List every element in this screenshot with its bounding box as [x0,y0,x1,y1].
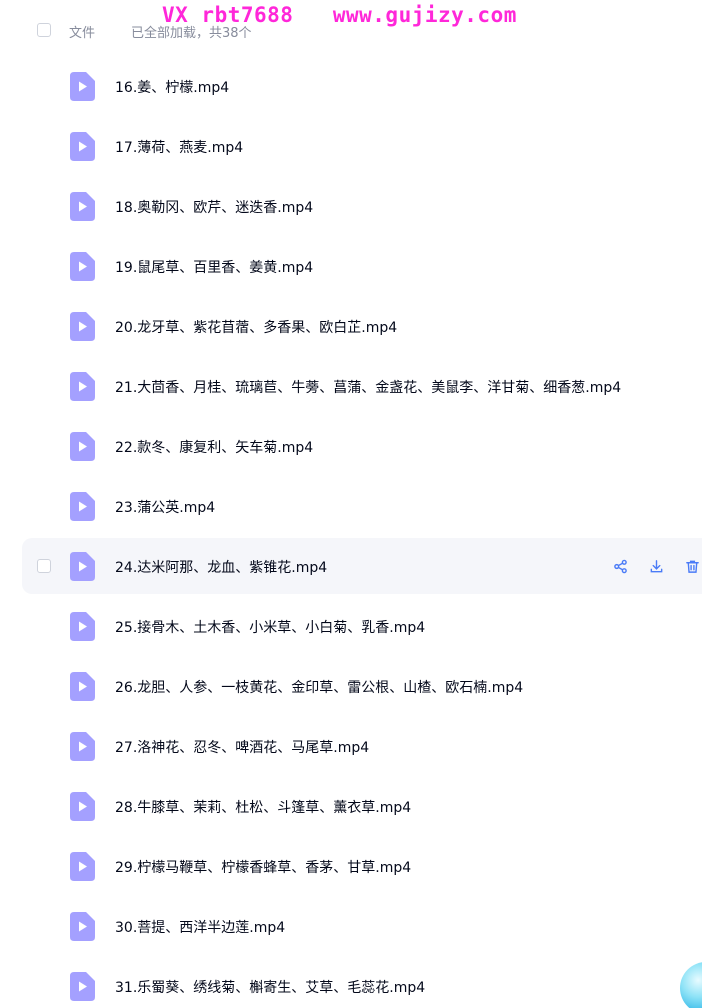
file-row[interactable]: 30.菩提、西洋半边莲.mp4 [0,896,702,956]
file-row[interactable]: 17.薄荷、燕麦.mp4 [0,116,702,176]
file-row[interactable]: 27.洛神花、忍冬、啤酒花、马尾草.mp4 [0,716,702,776]
file-row[interactable]: 26.龙胆、人参、一枝黄花、金印草、雷公根、山楂、欧石楠.mp4 [0,656,702,716]
download-icon[interactable] [646,556,666,576]
file-row[interactable]: 24.达米阿那、龙血、紫锥花.mp4 [0,536,702,596]
file-row[interactable]: 23.蒲公英.mp4 [0,476,702,536]
select-all-checkbox[interactable] [37,23,51,37]
file-row[interactable]: 25.接骨木、土木香、小米草、小白菊、乳香.mp4 [0,596,702,656]
file-name[interactable]: 18.奥勒冈、欧芹、迷迭香.mp4 [115,197,313,217]
video-file-icon [70,492,95,521]
file-name[interactable]: 28.牛膝草、茉莉、杜松、斗篷草、薰衣草.mp4 [115,797,411,817]
file-row[interactable]: 19.鼠尾草、百里香、姜黄.mp4 [0,236,702,296]
file-row[interactable]: 22.款冬、康复利、矢车菊.mp4 [0,416,702,476]
file-row[interactable]: 29.柠檬马鞭草、柠檬香蜂草、香茅、甘草.mp4 [0,836,702,896]
file-row[interactable]: 21.大茴香、月桂、琉璃苣、牛蒡、菖蒲、金盏花、美鼠李、洋甘菊、细香葱.mp4 [0,356,702,416]
video-file-icon [70,552,95,581]
row-checkbox[interactable] [37,559,51,573]
video-file-icon [70,432,95,461]
video-file-icon [70,72,95,101]
video-file-icon [70,732,95,761]
file-name[interactable]: 20.龙牙草、紫花苜蓿、多香果、欧白芷.mp4 [115,317,397,337]
video-file-icon [70,252,95,281]
video-file-icon [70,612,95,641]
trash-icon[interactable] [682,556,702,576]
column-label-file: 文件 [69,26,96,41]
file-list: 16.姜、柠檬.mp4 17.薄荷、燕麦.mp4 18.奥勒冈、欧芹、迷迭香.mp4… [0,56,702,1008]
file-row[interactable]: 16.姜、柠檬.mp4 [0,56,702,116]
file-name[interactable]: 26.龙胆、人参、一枝黄花、金印草、雷公根、山楂、欧石楠.mp4 [115,677,523,697]
video-file-icon [70,972,95,1001]
file-name[interactable]: 24.达米阿那、龙血、紫锥花.mp4 [115,557,327,577]
video-file-icon [70,672,95,701]
file-name[interactable]: 16.姜、柠檬.mp4 [115,77,229,97]
file-name[interactable]: 31.乐蜀葵、绣线菊、槲寄生、艾草、毛蕊花.mp4 [115,977,425,997]
video-file-icon [70,912,95,941]
file-name[interactable]: 17.薄荷、燕麦.mp4 [115,137,243,157]
video-file-icon [70,852,95,881]
file-row[interactable]: 31.乐蜀葵、绣线菊、槲寄生、艾草、毛蕊花.mp4 [0,956,702,1008]
file-row[interactable]: 28.牛膝草、茉莉、杜松、斗篷草、薰衣草.mp4 [0,776,702,836]
file-row[interactable]: 18.奥勒冈、欧芹、迷迭香.mp4 [0,176,702,236]
share-icon[interactable] [610,556,630,576]
file-list-page: VX rbt7688 www.gujizy.com 文件 已全部加载，共38个 … [0,0,702,1008]
file-name[interactable]: 25.接骨木、土木香、小米草、小白菊、乳香.mp4 [115,617,425,637]
file-name[interactable]: 27.洛神花、忍冬、啤酒花、马尾草.mp4 [115,737,369,757]
video-file-icon [70,372,95,401]
video-file-icon [70,192,95,221]
watermark-text: VX rbt7688 www.gujizy.com [162,3,517,27]
file-name[interactable]: 30.菩提、西洋半边莲.mp4 [115,917,285,937]
file-name[interactable]: 29.柠檬马鞭草、柠檬香蜂草、香茅、甘草.mp4 [115,857,411,877]
file-row[interactable]: 20.龙牙草、紫花苜蓿、多香果、欧白芷.mp4 [0,296,702,356]
video-file-icon [70,792,95,821]
file-name[interactable]: 21.大茴香、月桂、琉璃苣、牛蒡、菖蒲、金盏花、美鼠李、洋甘菊、细香葱.mp4 [115,377,621,397]
video-file-icon [70,312,95,341]
video-file-icon [70,132,95,161]
file-name[interactable]: 19.鼠尾草、百里香、姜黄.mp4 [115,257,313,277]
file-name[interactable]: 23.蒲公英.mp4 [115,497,215,517]
row-actions [610,556,702,576]
file-name[interactable]: 22.款冬、康复利、矢车菊.mp4 [115,437,313,457]
